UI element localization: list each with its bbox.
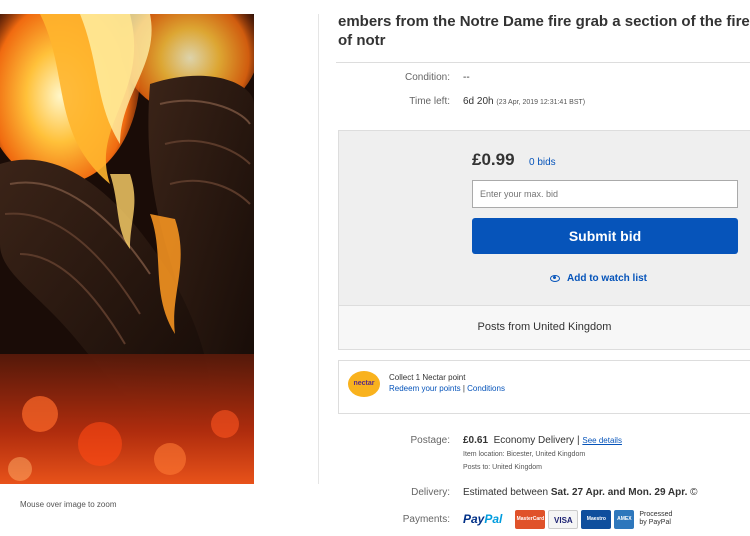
processed-line2: by PayPal (639, 519, 671, 526)
delivery-row: Estimated between Sat. 27 Apr. and Mon. … (463, 487, 698, 498)
postage-separator: | (576, 435, 580, 446)
payments-label: Payments: (402, 514, 450, 525)
redeem-points-link[interactable]: Redeem your points (389, 384, 461, 393)
processed-by-paypal: Processed by PayPal (639, 511, 672, 527)
posts-from: Posts from United Kingdom (338, 306, 750, 350)
condition-value: -- (463, 72, 470, 83)
nectar-separator: | (462, 384, 465, 393)
bids-count-link[interactable]: 0 bids (529, 157, 556, 168)
zoom-hint: Mouse over image to zoom (20, 500, 117, 509)
nectar-collect-text: Collect 1 Nectar point (389, 373, 466, 382)
paypal-pal: Pal (484, 512, 503, 526)
postage-price: £0.61 (463, 435, 489, 446)
listing-title: embers from the Notre Dame fire grab a s… (338, 13, 750, 49)
delivery-label: Delivery: (411, 487, 450, 498)
nectar-links: Redeem your points | Conditions (389, 384, 505, 393)
image-divider (318, 14, 319, 484)
paypal-logo: PayPal (463, 512, 502, 526)
payment-methods: PayPal MasterCard VISA Maestro AMEX Proc… (463, 508, 672, 530)
see-details-link[interactable]: See details (582, 436, 622, 445)
visa-icon: VISA (548, 509, 579, 529)
item-location: Item location: Bicester, United Kingdom (463, 451, 586, 458)
time-left-duration: 6d 20h (463, 96, 494, 107)
eye-icon (550, 274, 560, 282)
watch-list-label: Add to watch list (567, 273, 647, 284)
submit-bid-button[interactable]: Submit bid (472, 218, 738, 254)
maestro-icon: Maestro (581, 509, 612, 529)
time-left-label: Time left: (409, 96, 450, 107)
paypal-pay: Pay (463, 512, 485, 526)
title-divider (336, 62, 750, 63)
current-price: £0.99 (472, 150, 515, 169)
postage-row: £0.61 Economy Delivery | See details (463, 435, 622, 446)
delivery-info-icon[interactable]: © (690, 487, 697, 498)
delivery-prefix: Estimated between (463, 487, 549, 498)
condition-label: Condition: (404, 72, 450, 83)
item-image[interactable] (0, 14, 254, 484)
mastercard-icon: MasterCard (515, 509, 546, 529)
add-to-watch-list-link[interactable]: Add to watch list (550, 273, 647, 284)
nectar-conditions-link[interactable]: Conditions (467, 384, 505, 393)
time-left-value: 6d 20h (23 Apr, 2019 12:31:41 BST) (463, 96, 585, 107)
nectar-logo: nectar (348, 371, 380, 397)
postage-label: Postage: (410, 435, 450, 446)
time-left-end: (23 Apr, 2019 12:31:41 BST) (496, 99, 586, 106)
postage-service: Economy Delivery (493, 435, 575, 446)
amex-icon: AMEX (614, 509, 635, 529)
posts-to: Posts to: United Kingdom (463, 464, 542, 471)
processed-line1: Processed (639, 511, 673, 518)
image-panel: Mouse over image to zoom (0, 0, 318, 536)
delivery-dates: Sat. 27 Apr. and Mon. 29 Apr. (550, 487, 688, 498)
max-bid-input[interactable] (472, 180, 738, 208)
